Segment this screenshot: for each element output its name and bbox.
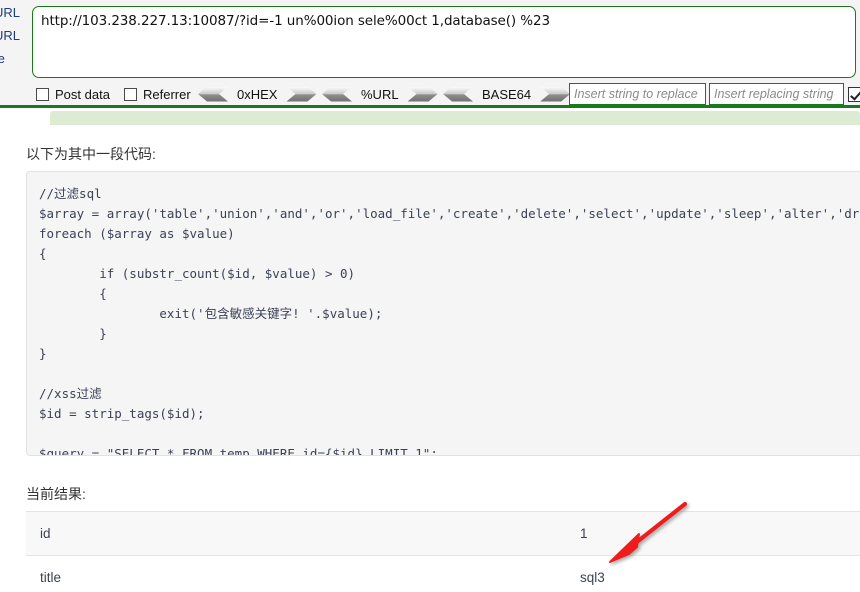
- table-cell-key: title: [40, 570, 62, 585]
- left-label-url-2: URL: [0, 28, 21, 43]
- table-cell-value: sql3: [580, 570, 605, 585]
- left-label-te: te: [0, 51, 5, 66]
- replace-enable-checkbox[interactable]: [848, 82, 860, 106]
- code-block: //过滤sql $array = array('table','union','…: [26, 171, 860, 456]
- post-data-checkbox-box[interactable]: [36, 87, 49, 101]
- encoder-base64[interactable]: BASE64: [443, 82, 571, 106]
- url-input-value: http://103.238.227.13:10087/?id=-1 un%00…: [41, 13, 550, 29]
- left-option-labels: URL URL te: [0, 0, 30, 80]
- replace-with-input-wrap[interactable]: Insert replacing string: [709, 82, 844, 106]
- post-data-checkbox[interactable]: Post data: [36, 82, 110, 106]
- request-tool-panel: URL URL te http://103.238.227.13:10087/?…: [0, 0, 860, 108]
- referrer-label: Referrer: [143, 86, 191, 102]
- referrer-checkbox[interactable]: Referrer: [124, 82, 191, 106]
- page-header-band: [50, 111, 860, 125]
- code-block-text: //过滤sql $array = array('table','union','…: [39, 186, 860, 456]
- replace-find-input[interactable]: Insert string to replace: [569, 83, 706, 105]
- table-row: title sql3: [26, 556, 860, 592]
- arrow-left-icon[interactable]: [198, 86, 228, 102]
- table-cell-key: id: [40, 526, 51, 541]
- referrer-checkbox-box[interactable]: [124, 87, 137, 101]
- arrow-right-icon[interactable]: [407, 86, 438, 102]
- page-content: 以下为其中一段代码: //过滤sql $array = array('table…: [0, 108, 860, 592]
- table-cell-value: 1: [580, 526, 588, 541]
- encoder-url-label: %URL: [361, 86, 399, 102]
- arrow-right-icon[interactable]: [286, 86, 317, 102]
- encoder-url[interactable]: %URL: [322, 82, 438, 106]
- table-row: id 1: [26, 512, 860, 556]
- arrow-left-icon[interactable]: [443, 86, 473, 102]
- code-section-title: 以下为其中一段代码:: [26, 146, 156, 162]
- screenshot-root: URL URL te http://103.238.227.13:10087/?…: [0, 0, 860, 592]
- replace-find-input-wrap[interactable]: Insert string to replace: [569, 82, 706, 106]
- post-data-label: Post data: [55, 86, 110, 102]
- left-label-url-1: URL: [0, 5, 21, 20]
- arrow-left-icon[interactable]: [322, 86, 352, 102]
- arrow-right-icon[interactable]: [540, 86, 571, 102]
- url-input[interactable]: http://103.238.227.13:10087/?id=-1 un%00…: [32, 6, 856, 78]
- result-section-title: 当前结果:: [26, 486, 86, 502]
- encoder-hex-label: 0xHEX: [237, 86, 278, 102]
- replace-with-placeholder: Insert replacing string: [714, 87, 834, 101]
- encoder-base64-label: BASE64: [482, 86, 532, 102]
- result-table: id 1 title sql3: [26, 511, 860, 592]
- toolbar-controls: Post data Referrer 0xHEX %URL BASE64 Ins…: [0, 82, 860, 106]
- check-icon[interactable]: [848, 86, 860, 102]
- replace-with-input[interactable]: Insert replacing string: [709, 83, 844, 105]
- replace-find-placeholder: Insert string to replace: [574, 87, 698, 101]
- encoder-hex[interactable]: 0xHEX: [198, 82, 317, 106]
